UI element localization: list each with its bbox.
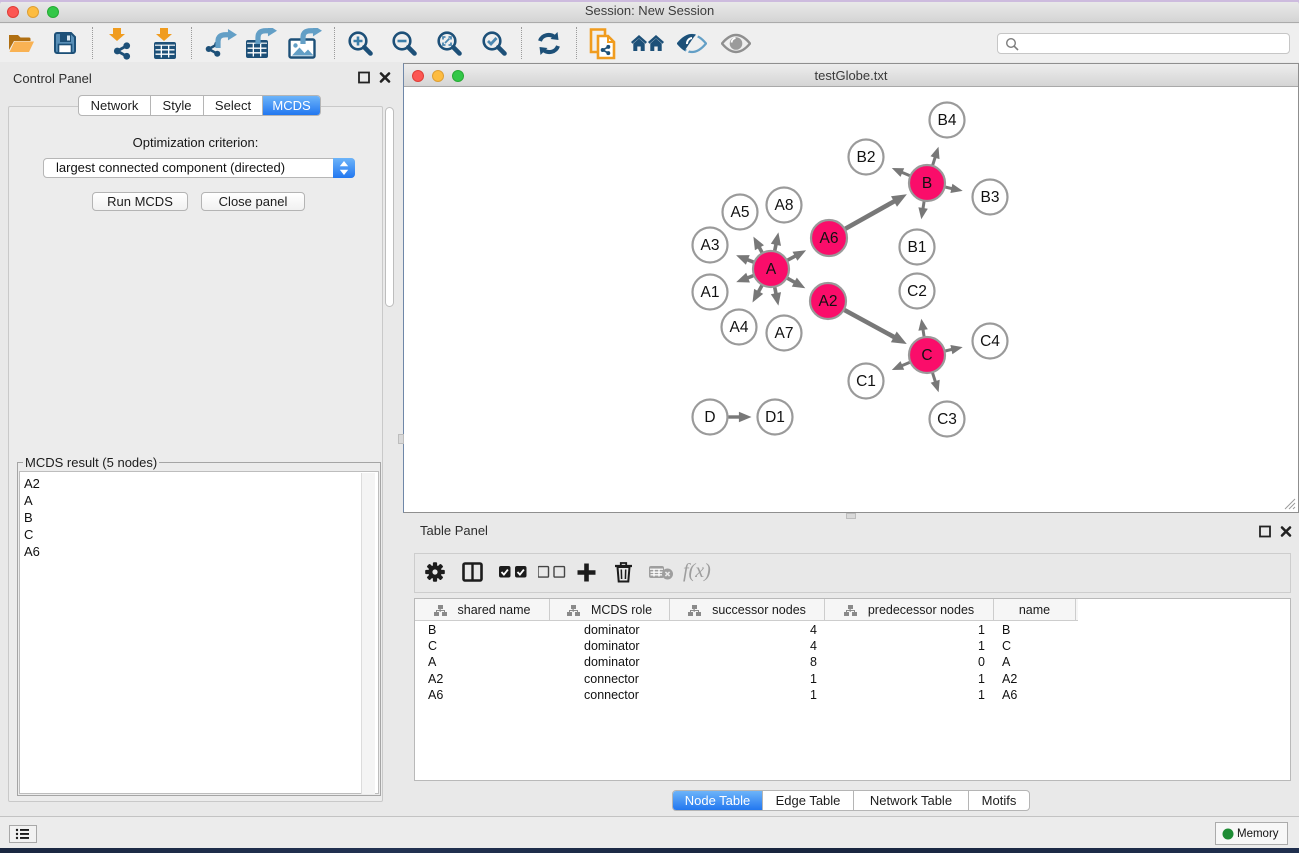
svg-text:C2: C2 [907, 283, 927, 300]
svg-text:A3: A3 [701, 237, 720, 254]
svg-text:D: D [704, 409, 715, 426]
svg-text:A8: A8 [775, 197, 794, 214]
svg-text:D1: D1 [765, 409, 785, 426]
svg-text:A4: A4 [730, 319, 749, 336]
svg-text:A7: A7 [775, 325, 794, 342]
svg-text:A1: A1 [701, 284, 720, 301]
svg-text:B1: B1 [908, 239, 927, 256]
svg-text:A: A [766, 261, 777, 278]
svg-text:C3: C3 [937, 411, 957, 428]
svg-text:A6: A6 [820, 230, 839, 247]
svg-text:B: B [922, 175, 932, 192]
svg-text:B2: B2 [857, 149, 876, 166]
svg-text:A2: A2 [819, 293, 838, 310]
svg-text:C1: C1 [856, 373, 876, 390]
svg-text:A5: A5 [731, 204, 750, 221]
svg-text:B4: B4 [938, 112, 957, 129]
svg-text:C: C [921, 347, 932, 364]
svg-text:B3: B3 [981, 189, 1000, 206]
svg-text:C4: C4 [980, 333, 1000, 350]
